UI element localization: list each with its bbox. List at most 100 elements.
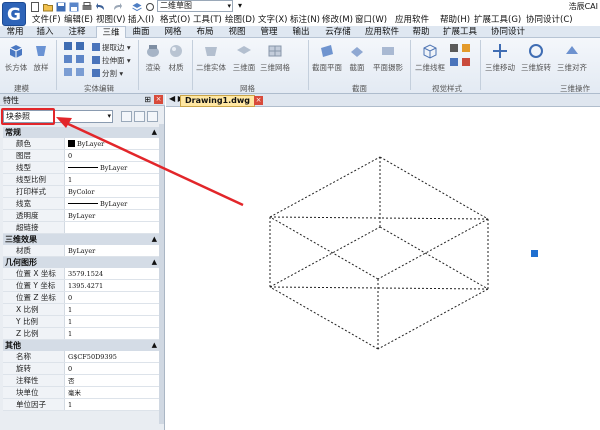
redo-icon[interactable]: [112, 1, 124, 13]
document-close-icon[interactable]: ×: [254, 96, 263, 105]
property-row[interactable]: 颜色 ByLayer: [3, 138, 159, 150]
menu-format[interactable]: 格式(O): [160, 14, 190, 26]
menu-draw[interactable]: 绘图(D): [225, 14, 255, 26]
mesh-3d-button[interactable]: 三维网格: [260, 42, 290, 73]
separate-button[interactable]: 分割 ▾: [92, 68, 123, 79]
tab-annotate[interactable]: 注释: [66, 26, 88, 38]
tab-common[interactable]: 常用: [4, 26, 26, 38]
layer-icon[interactable]: [132, 1, 144, 13]
property-value[interactable]: 1: [65, 328, 159, 339]
render-button[interactable]: 渲染: [143, 42, 163, 73]
slice-icon[interactable]: [76, 55, 86, 64]
menu-extend-tools[interactable]: 扩展工具(G): [474, 14, 521, 26]
property-value[interactable]: ByLayer: [65, 138, 159, 149]
property-row[interactable]: Z 比例 1: [3, 328, 159, 340]
menu-window[interactable]: 窗口(W): [355, 14, 387, 26]
property-section[interactable]: 常规 ▲: [3, 127, 159, 138]
menu-view[interactable]: 视图(V): [96, 14, 125, 26]
tab-surface[interactable]: 曲面: [130, 26, 152, 38]
thicken-icon[interactable]: [76, 68, 86, 77]
menu-help[interactable]: 帮助(H): [440, 14, 470, 26]
app-logo[interactable]: G: [2, 2, 26, 26]
tab-cloud[interactable]: 云存储: [322, 26, 354, 38]
tab-layout[interactable]: 布局: [194, 26, 216, 38]
subtract-icon[interactable]: [76, 42, 86, 51]
property-value[interactable]: 1: [65, 316, 159, 327]
new-file-icon[interactable]: [30, 1, 42, 13]
save-as-icon[interactable]: [69, 1, 81, 13]
property-value[interactable]: 0: [65, 150, 159, 161]
property-row[interactable]: 位置 X 坐标 3579.1524: [3, 268, 159, 280]
extrude-face-button[interactable]: 拉伸面 ▾: [92, 55, 131, 66]
menu-collab[interactable]: 协同设计(C): [526, 14, 573, 26]
plan-projection-button[interactable]: 平面摄影: [372, 42, 404, 73]
menu-insert[interactable]: 插入(I): [128, 14, 154, 26]
property-row[interactable]: 旋转 0: [3, 363, 159, 375]
palette-scrollbar[interactable]: [159, 124, 164, 424]
property-value[interactable]: 1: [65, 304, 159, 315]
property-value[interactable]: ByLayer: [65, 210, 159, 221]
property-value[interactable]: [65, 222, 159, 233]
property-row[interactable]: X 比例 1: [3, 304, 159, 316]
property-value[interactable]: ByLayer: [65, 245, 159, 256]
menu-modify[interactable]: 修改(M): [322, 14, 353, 26]
property-value[interactable]: ByLayer: [65, 162, 159, 173]
save-icon[interactable]: [56, 1, 68, 13]
tab-extend[interactable]: 扩展工具: [440, 26, 480, 38]
property-row[interactable]: 透明度 ByLayer: [3, 210, 159, 222]
collapse-icon[interactable]: ▲: [152, 127, 157, 138]
tab-help[interactable]: 帮助: [410, 26, 432, 38]
property-value[interactable]: 0: [65, 292, 159, 303]
material-button[interactable]: 材质: [166, 42, 186, 73]
menu-dimension[interactable]: 标注(N): [290, 14, 320, 26]
property-value[interactable]: 0: [65, 363, 159, 374]
property-section[interactable]: 三维效果 ▲: [3, 234, 159, 245]
section-button[interactable]: 截面: [346, 42, 368, 73]
grip-point[interactable]: [531, 250, 538, 257]
style-hidden-icon[interactable]: [462, 58, 472, 67]
menu-text[interactable]: 文字(X): [258, 14, 287, 26]
menu-edit[interactable]: 编辑(E): [64, 14, 93, 26]
section-plane-button[interactable]: 截面平面: [312, 42, 342, 73]
property-value[interactable]: 3579.1524: [65, 268, 159, 279]
union-icon[interactable]: [64, 42, 74, 51]
undo-icon[interactable]: [96, 1, 108, 13]
palette-close-icon[interactable]: ×: [154, 95, 163, 104]
property-row[interactable]: 超链接: [3, 222, 159, 234]
property-section[interactable]: 几何图形 ▲: [3, 257, 159, 268]
extract-edges-button[interactable]: 提取边 ▾: [92, 42, 131, 53]
move-3d-button[interactable]: 三维移动: [484, 42, 516, 73]
solid-2d-button[interactable]: 二维实体: [196, 42, 226, 73]
property-value[interactable]: 1: [65, 399, 159, 410]
property-row[interactable]: 注释性否: [3, 375, 159, 387]
property-value[interactable]: G$CF50D9395: [65, 351, 159, 362]
property-value[interactable]: 1: [65, 174, 159, 185]
style-shaded-icon[interactable]: [450, 58, 460, 67]
select-objects-icon[interactable]: [134, 111, 145, 122]
menu-file[interactable]: 文件(F): [32, 14, 61, 26]
tab-apps[interactable]: 应用软件: [362, 26, 402, 38]
property-row[interactable]: 位置 Y 坐标 1395.4271: [3, 280, 159, 292]
property-value[interactable]: 1395.4271: [65, 280, 159, 291]
tab-mesh[interactable]: 网格: [162, 26, 184, 38]
workspace-select[interactable]: 二维草图 ▾: [157, 0, 233, 12]
refresh-icon[interactable]: [145, 1, 157, 13]
property-row[interactable]: 线型比例 1: [3, 174, 159, 186]
collapse-icon[interactable]: ▲: [152, 340, 157, 351]
tab-view[interactable]: 视图: [226, 26, 248, 38]
customize-qa-icon[interactable]: ▾: [238, 1, 250, 13]
align-3d-button[interactable]: 三维对齐: [556, 42, 588, 73]
property-row[interactable]: 线宽 ByLayer: [3, 198, 159, 210]
style-conceptual-icon[interactable]: [450, 44, 460, 53]
property-row[interactable]: 位置 Z 坐标 0: [3, 292, 159, 304]
property-row[interactable]: Y 比例 1: [3, 316, 159, 328]
toggle-pickadd-icon[interactable]: [121, 111, 132, 122]
menu-tools[interactable]: 工具(T): [193, 14, 222, 26]
menu-apps[interactable]: 应用软件: [395, 14, 429, 26]
intersect-icon[interactable]: [64, 55, 74, 64]
print-icon[interactable]: [82, 1, 94, 13]
property-section[interactable]: 其他 ▲: [3, 340, 159, 351]
surface-3d-button[interactable]: 三维面: [230, 42, 258, 73]
tab-manage[interactable]: 管理: [258, 26, 280, 38]
tab-collab[interactable]: 协同设计: [488, 26, 528, 38]
